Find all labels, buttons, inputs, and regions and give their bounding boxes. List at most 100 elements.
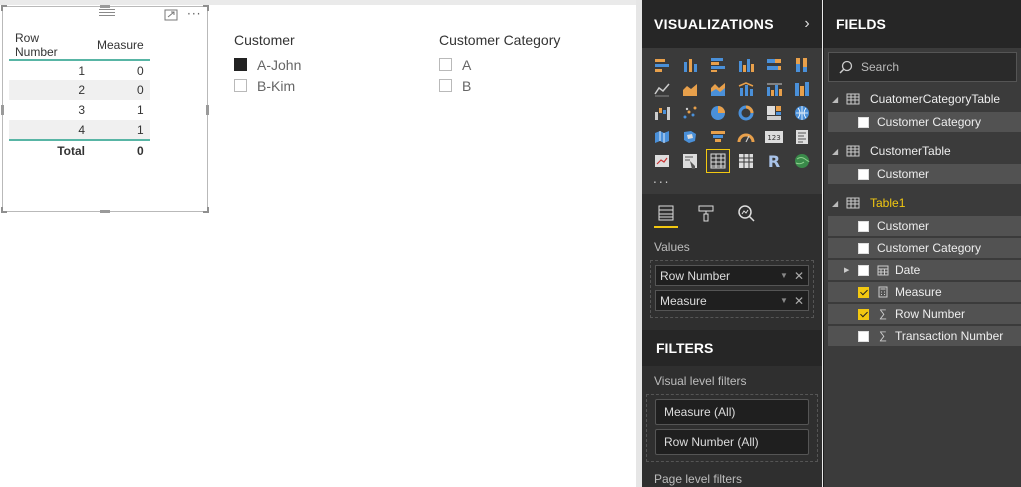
field-transaction-number[interactable]: ∑ Transaction Number: [828, 326, 1021, 346]
remove-field-icon[interactable]: ✕: [794, 269, 804, 283]
row-number-cell: 1: [78, 63, 85, 78]
filter-card-measure[interactable]: Measure (All): [655, 399, 809, 425]
focus-mode-icon[interactable]: [164, 9, 178, 21]
shape-map-icon[interactable]: [679, 126, 701, 148]
expand-triangle-icon[interactable]: ◢: [832, 95, 846, 104]
field-checkbox[interactable]: [858, 264, 869, 276]
field-measure[interactable]: Measure: [828, 282, 1021, 302]
resize-handle[interactable]: [100, 210, 110, 213]
field-customer-category[interactable]: Customer Category: [828, 238, 1021, 258]
line-chart-icon[interactable]: [651, 78, 673, 100]
expand-triangle-icon[interactable]: ◢: [832, 147, 846, 156]
expand-triangle-icon[interactable]: ◢: [832, 199, 846, 208]
100-stacked-column-chart-icon[interactable]: [791, 54, 813, 76]
more-options-icon[interactable]: ···: [187, 7, 201, 21]
stacked-column-chart-icon[interactable]: [679, 54, 701, 76]
stacked-bar-chart-icon[interactable]: [651, 54, 673, 76]
gauge-icon[interactable]: [735, 126, 757, 148]
arcgis-map-icon[interactable]: [791, 150, 813, 172]
table-row: 3 1: [9, 100, 150, 120]
filled-map-icon[interactable]: [651, 126, 673, 148]
filter-card-row-number[interactable]: Row Number (All): [655, 429, 809, 455]
slicer-option-a-john[interactable]: A-John: [234, 54, 301, 75]
r-visual-icon[interactable]: R: [763, 150, 785, 172]
slicer-option-b-kim[interactable]: B-Kim: [234, 75, 301, 96]
tab-fields-icon[interactable]: [654, 198, 678, 228]
field-checkbox[interactable]: [858, 242, 869, 254]
slicer-option-a[interactable]: A: [439, 54, 560, 75]
fields-title: FIELDS: [824, 0, 1021, 48]
resize-handle[interactable]: [1, 105, 4, 115]
resize-handle[interactable]: [203, 207, 209, 213]
donut-chart-icon[interactable]: [735, 102, 757, 124]
expand-arrow-icon[interactable]: ▶: [844, 266, 849, 274]
field-checkbox[interactable]: [858, 330, 869, 342]
resize-handle[interactable]: [1, 5, 7, 11]
area-chart-icon[interactable]: [679, 78, 701, 100]
stacked-area-chart-icon[interactable]: [707, 78, 729, 100]
checkbox[interactable]: [234, 79, 247, 92]
field-checkbox[interactable]: [858, 168, 869, 180]
visual-level-filters-well[interactable]: Measure (All) Row Number (All): [646, 394, 818, 462]
field-table-customertable[interactable]: ◢ CustomerTable: [824, 140, 1021, 162]
measure-cell: 1: [137, 103, 144, 117]
sigma-icon: ∑: [879, 330, 887, 342]
checkbox-checked[interactable]: [234, 58, 247, 71]
card-icon[interactable]: 123: [763, 126, 785, 148]
pie-chart-icon[interactable]: [707, 102, 729, 124]
field-table-cuatomercategorytable[interactable]: ◢ CuatomerCategoryTable: [824, 88, 1021, 110]
treemap-icon[interactable]: [763, 102, 785, 124]
kpi-icon[interactable]: [651, 150, 673, 172]
remove-field-icon[interactable]: ✕: [794, 294, 804, 308]
field-checkbox-checked[interactable]: [858, 308, 869, 320]
field-customer-category[interactable]: Customer Category: [828, 112, 1021, 132]
field-checkbox-checked[interactable]: [858, 286, 869, 298]
slicer-option-b[interactable]: B: [439, 75, 560, 96]
matrix-icon[interactable]: [735, 150, 757, 172]
field-checkbox[interactable]: [858, 116, 869, 128]
line-and-stacked-column-chart-icon[interactable]: [735, 78, 757, 100]
measure-cell: 1: [91, 120, 150, 141]
column-header-row-number[interactable]: Row Number: [9, 31, 91, 61]
checkbox[interactable]: [439, 79, 452, 92]
multi-row-card-icon[interactable]: [791, 126, 813, 148]
funnel-chart-icon[interactable]: [707, 126, 729, 148]
resize-handle[interactable]: [203, 5, 209, 11]
field-customer[interactable]: Customer: [828, 216, 1021, 236]
search-box[interactable]: [828, 52, 1017, 82]
tab-format-paint-roller-icon[interactable]: [694, 198, 718, 228]
line-and-clustered-column-chart-icon[interactable]: [763, 78, 785, 100]
100-stacked-bar-chart-icon[interactable]: [763, 54, 785, 76]
waterfall-chart-icon[interactable]: [651, 102, 673, 124]
dropdown-caret-icon[interactable]: ▼: [780, 296, 788, 305]
collapse-chevron-icon[interactable]: ›: [804, 15, 810, 33]
table-visual[interactable]: ··· Row Number Measure 1 0 2 0 3 1 4 1 T…: [1, 5, 209, 213]
field-customer[interactable]: Customer: [828, 164, 1021, 184]
drag-grip-icon[interactable]: [99, 9, 115, 17]
column-header-measure[interactable]: Measure: [91, 31, 150, 61]
field-row-number[interactable]: ∑ Row Number: [828, 304, 1021, 324]
map-icon[interactable]: [791, 102, 813, 124]
well-item-row-number[interactable]: Row Number ▼ ✕: [655, 265, 809, 286]
tab-analytics-magnifier-icon[interactable]: [734, 198, 758, 228]
values-well[interactable]: Row Number ▼ ✕ Measure ▼ ✕: [650, 260, 814, 318]
clustered-bar-chart-icon[interactable]: [707, 54, 729, 76]
ribbon-chart-icon[interactable]: [791, 78, 813, 100]
visualization-tabs: [642, 194, 822, 232]
resize-handle[interactable]: [100, 5, 110, 8]
table-visual-icon[interactable]: [706, 149, 730, 173]
more-visuals-icon[interactable]: ...: [653, 173, 816, 185]
checkbox[interactable]: [439, 58, 452, 71]
clustered-column-chart-icon[interactable]: [735, 54, 757, 76]
resize-handle[interactable]: [1, 207, 7, 213]
resize-handle[interactable]: [206, 105, 209, 115]
field-checkbox[interactable]: [858, 220, 869, 232]
slicer-icon[interactable]: [679, 150, 701, 172]
scatter-chart-icon[interactable]: [679, 102, 701, 124]
dropdown-caret-icon[interactable]: ▼: [780, 271, 788, 280]
field-date[interactable]: ▶ Date: [828, 260, 1021, 280]
search-input[interactable]: [861, 60, 1001, 74]
field-table-table1[interactable]: ◢ Table1: [824, 192, 1021, 214]
well-item-measure[interactable]: Measure ▼ ✕: [655, 290, 809, 311]
table-row: 4 1: [9, 120, 150, 141]
